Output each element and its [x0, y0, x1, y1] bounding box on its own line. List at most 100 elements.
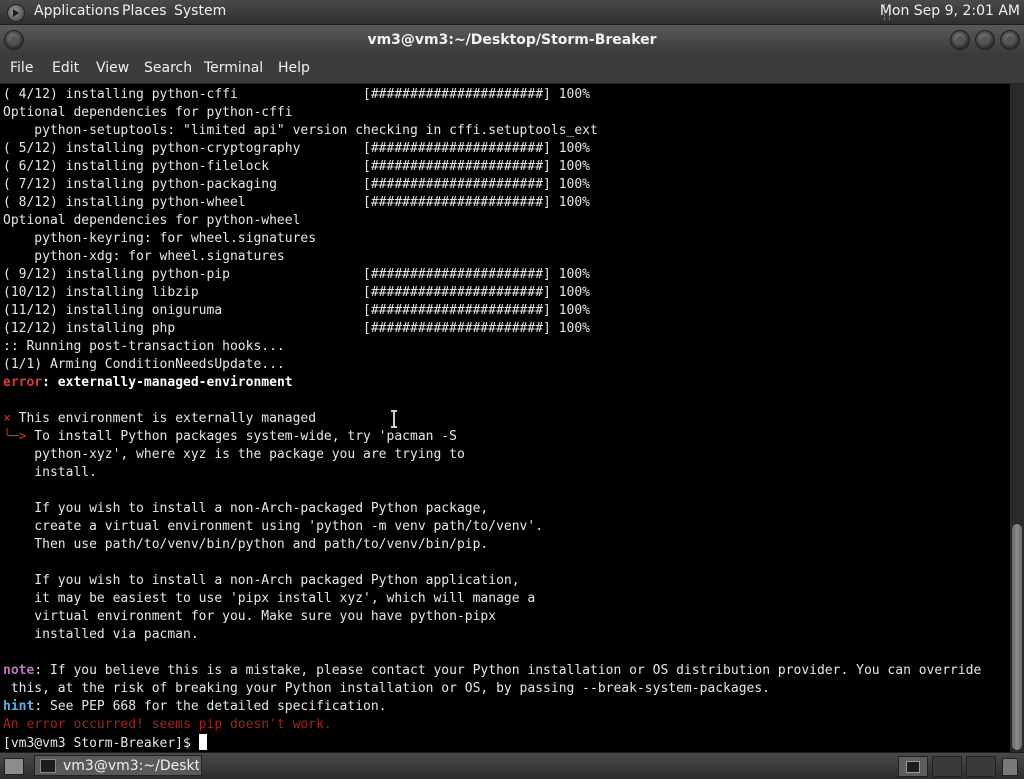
menu-file[interactable]: File — [10, 60, 33, 76]
terminal-line: (11/12) installing oniguruma [##########… — [3, 302, 981, 320]
terminal-line-text: ( 5/12) installing python-cryptography [… — [3, 141, 590, 156]
note-prefix: note — [3, 663, 35, 678]
terminal-line: Optional dependencies for python-cffi — [3, 104, 981, 122]
terminal-line: installed via pacman. — [3, 626, 981, 644]
terminal-line-text: [vm3@vm3 Storm-Breaker]$ — [3, 736, 199, 751]
error-bullet-icon: × — [3, 411, 11, 426]
terminal-line-text: : externally-managed-environment — [42, 375, 293, 390]
window-titlebar[interactable]: vm3@vm3:~/Desktop/Storm-Breaker — [0, 25, 1024, 55]
terminal-line-text: (1/1) Arming ConditionNeedsUpdate... — [3, 357, 285, 372]
menu-edit[interactable]: Edit — [52, 60, 79, 76]
terminal-line-text: install. — [3, 465, 97, 480]
text-cursor-ibeam-icon — [391, 410, 397, 428]
scrollbar[interactable] — [1010, 84, 1024, 752]
terminal-line-text: If you wish to install a non-Arch-packag… — [3, 501, 489, 516]
terminal-line-text: python-xdg: for wheel.signatures — [3, 249, 285, 264]
terminal-lines: ( 4/12) installing python-cffi [########… — [3, 86, 981, 752]
trash-icon[interactable] — [1002, 758, 1018, 776]
maximize-button[interactable] — [975, 30, 995, 50]
menu-view[interactable]: View — [96, 60, 129, 76]
terminal-line-text: If you wish to install a non-Arch packag… — [3, 573, 520, 588]
terminal-line-text: it may be easiest to use 'pipx install x… — [3, 591, 536, 606]
terminal-line: ( 6/12) installing python-filelock [####… — [3, 158, 981, 176]
clock[interactable]: Mon Sep 9, 2:01 AM — [880, 3, 1020, 19]
terminal-line: install. — [3, 464, 981, 482]
menubar: File Edit View Search Terminal Help — [0, 55, 1024, 84]
window-thumbnail-icon — [906, 761, 920, 773]
terminal-line: hint: See PEP 668 for the detailed speci… — [3, 698, 981, 716]
applications-menu[interactable]: Applications — [34, 3, 120, 19]
taskbar-terminal-button[interactable]: vm3@vm3:~/Deskt... — [34, 755, 202, 776]
workspace-2[interactable] — [932, 756, 962, 777]
terminal-line-text: Then use path/to/venv/bin/python and pat… — [3, 537, 489, 552]
terminal-line-text: ( 8/12) installing python-wheel [#######… — [3, 195, 590, 210]
terminal-icon — [40, 759, 56, 773]
window-menu-button[interactable] — [4, 30, 24, 50]
terminal-line: virtual environment for you. Make sure y… — [3, 608, 981, 626]
terminal-line-text: this, at the risk of breaking your Pytho… — [3, 681, 771, 696]
terminal-line: ( 8/12) installing python-wheel [#######… — [3, 194, 981, 212]
terminal-line-text: python-keyring: for wheel.signatures — [3, 231, 317, 246]
terminal-line-text: python-setuptools: "limited api" version… — [3, 123, 598, 138]
terminal-line-text: ( 9/12) installing python-pip [#########… — [3, 267, 590, 282]
terminal-line: ( 7/12) installing python-packaging [###… — [3, 176, 981, 194]
top-panel: Applications Places System Mon Sep 9, 2:… — [0, 0, 1024, 25]
terminal-line: python-setuptools: "limited api" version… — [3, 122, 981, 140]
terminal-line-text: virtual environment for you. Make sure y… — [3, 609, 497, 624]
terminal-line: ( 9/12) installing python-pip [#########… — [3, 266, 981, 284]
terminal-line: Then use path/to/venv/bin/python and pat… — [3, 536, 981, 554]
terminal-line: An error occurred! seems pip doesn't wor… — [3, 716, 981, 734]
terminal-line-text: This environment is externally managed — [10, 411, 317, 426]
terminal-window: vm3@vm3:~/Desktop/Storm-Breaker File Edi… — [0, 25, 1024, 752]
error-bullet-icon: ╰─> — [3, 429, 27, 444]
terminal-line-text: : See PEP 668 for the detailed specifica… — [34, 699, 387, 714]
terminal-line-text: (10/12) installing libzip [#############… — [3, 285, 590, 300]
terminal-line: ( 4/12) installing python-cffi [########… — [3, 86, 981, 104]
close-button[interactable] — [1000, 30, 1020, 50]
terminal-line-text: python-xyz', where xyz is the package yo… — [3, 447, 465, 462]
workspace-3[interactable] — [966, 756, 996, 777]
terminal-output[interactable]: ( 4/12) installing python-cffi [########… — [0, 84, 1010, 752]
terminal-line: create a virtual environment using 'pyth… — [3, 518, 981, 536]
terminal-line: error: externally-managed-environment — [3, 374, 981, 392]
terminal-line: × This environment is externally managed — [3, 410, 981, 428]
terminal-line: :: Running post-transaction hooks... — [3, 338, 981, 356]
scrollbar-thumb[interactable] — [1012, 524, 1022, 750]
terminal-line: If you wish to install a non-Arch-packag… — [3, 500, 981, 518]
window-title: vm3@vm3:~/Desktop/Storm-Breaker — [367, 32, 657, 48]
taskbar-label: vm3@vm3:~/Deskt... — [63, 758, 199, 774]
terminal-line-text: Optional dependencies for python-cffi — [3, 105, 293, 120]
terminal-cursor — [198, 734, 207, 750]
system-menu[interactable]: System — [174, 3, 226, 19]
menu-search[interactable]: Search — [144, 60, 192, 76]
show-desktop-icon[interactable] — [4, 758, 24, 775]
terminal-line-text: ( 6/12) installing python-filelock [####… — [3, 159, 590, 174]
terminal-line-text: ( 4/12) installing python-cffi [########… — [3, 87, 590, 102]
terminal-line: If you wish to install a non-Arch packag… — [3, 572, 981, 590]
terminal-line: ╰─> To install Python packages system-wi… — [3, 428, 981, 446]
terminal-line-text: An error occurred! seems pip doesn't wor… — [3, 717, 332, 732]
terminal-line-text: : If you believe this is a mistake, plea… — [34, 663, 982, 678]
menu-terminal[interactable]: Terminal — [204, 60, 263, 76]
hint-prefix: hint — [3, 699, 35, 714]
terminal-line-text: installed via pacman. — [3, 627, 199, 642]
terminal-line: ( 5/12) installing python-cryptography [… — [3, 140, 981, 158]
terminal-line: python-xyz', where xyz is the package yo… — [3, 446, 981, 464]
terminal-line: Optional dependencies for python-wheel — [3, 212, 981, 230]
terminal-line-text: create a virtual environment using 'pyth… — [3, 519, 544, 534]
terminal-line-text: To install Python packages system-wide, … — [26, 429, 457, 444]
menu-help[interactable]: Help — [278, 60, 310, 76]
applications-logo-icon[interactable] — [7, 4, 25, 22]
terminal-line-text: (12/12) installing php [################… — [3, 321, 590, 336]
minimize-button[interactable] — [950, 30, 970, 50]
places-menu[interactable]: Places — [122, 3, 167, 19]
terminal-line-text: ( 7/12) installing python-packaging [###… — [3, 177, 590, 192]
bottom-panel: vm3@vm3:~/Deskt... — [0, 752, 1024, 779]
terminal-line: it may be easiest to use 'pipx install x… — [3, 590, 981, 608]
terminal-line: (1/1) Arming ConditionNeedsUpdate... — [3, 356, 981, 374]
workspace-1[interactable] — [898, 756, 928, 777]
